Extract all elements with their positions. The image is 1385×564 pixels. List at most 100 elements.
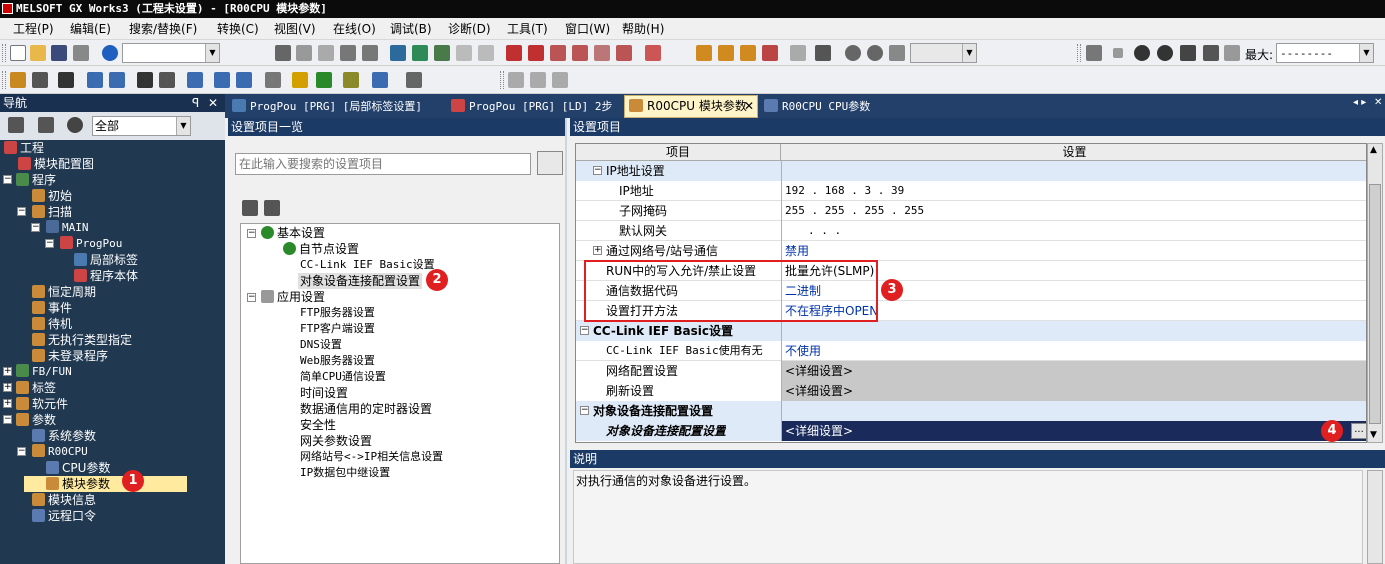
- verify-icon[interactable]: [550, 45, 566, 61]
- settings-item-web-server[interactable]: Web服务器设置: [300, 353, 375, 369]
- nav-item-standby[interactable]: 待机: [32, 316, 72, 332]
- collapse-toggle[interactable]: −: [247, 293, 256, 302]
- selected-cell[interactable]: [781, 421, 1366, 441]
- default-gateway-field[interactable]: . . .: [808, 221, 841, 241]
- settings-item-basic[interactable]: 基本设置: [261, 225, 325, 241]
- collapse-toggle[interactable]: −: [17, 447, 26, 456]
- ok-icon[interactable]: [1134, 45, 1150, 61]
- settings-item-cclink[interactable]: CC-Link IEF Basic设置: [300, 257, 435, 273]
- menu-help[interactable]: 帮助(H): [622, 21, 664, 37]
- zoom-out-icon[interactable]: [867, 45, 883, 61]
- dev-monitor-icon[interactable]: [214, 72, 230, 88]
- print-icon[interactable]: [73, 45, 89, 61]
- collapse-toggle[interactable]: −: [593, 166, 602, 175]
- menu-tools[interactable]: 工具(T): [507, 21, 548, 37]
- option-icon[interactable]: [265, 72, 281, 88]
- nav-item-fb-fun[interactable]: FB/FUN: [16, 364, 72, 380]
- collapse-toggle[interactable]: −: [247, 229, 256, 238]
- stop-icon[interactable]: [1113, 48, 1123, 58]
- toolbar-grip[interactable]: [1077, 44, 1081, 62]
- ok-all-icon[interactable]: [1157, 45, 1173, 61]
- settings-item-target-device[interactable]: 对象设备连接配置设置: [298, 273, 423, 289]
- description-scrollbar[interactable]: [1367, 470, 1383, 564]
- copy-icon[interactable]: [296, 45, 312, 61]
- sampling-icon[interactable]: [1203, 45, 1219, 61]
- subnet-mask-field[interactable]: 255 . 255 . 255 . 255: [785, 201, 924, 221]
- collapse-toggle[interactable]: −: [31, 223, 40, 232]
- nav-item-fixed-scan[interactable]: 恒定周期: [32, 284, 96, 300]
- menu-convert[interactable]: 转换(C): [217, 21, 259, 37]
- settings-item-time[interactable]: 时间设置: [300, 385, 348, 401]
- nav-item-remote-password[interactable]: 远程口令: [32, 508, 96, 524]
- nav-item-module-info[interactable]: 模块信息: [32, 492, 96, 508]
- convert-all-icon[interactable]: [412, 45, 428, 61]
- nav-item-parameter[interactable]: 参数: [16, 412, 56, 428]
- cclink-use-value[interactable]: 不使用: [785, 341, 821, 361]
- max-combo[interactable]: -------- ▼: [1276, 43, 1374, 63]
- close-icon[interactable]: ✕: [208, 94, 218, 112]
- settings-item-simple-cpu[interactable]: 简单CPU通信设置: [300, 369, 386, 385]
- settings-item-own-node[interactable]: 自节点设置: [283, 241, 359, 257]
- memory-icon[interactable]: [343, 72, 359, 88]
- sfc-icon[interactable]: [530, 72, 546, 88]
- grid-scrollbar[interactable]: ▲ ▼: [1367, 143, 1383, 443]
- dev-view-icon[interactable]: [372, 72, 388, 88]
- expand-all-icon[interactable]: [8, 117, 24, 133]
- arrange-icon[interactable]: [406, 72, 422, 88]
- parts-window-icon[interactable]: [32, 72, 48, 88]
- undo-icon[interactable]: [340, 45, 356, 61]
- collapse-toggle[interactable]: −: [580, 326, 589, 335]
- pin-icon[interactable]: ꟼ: [192, 94, 199, 112]
- scroll-up-icon[interactable]: ▲: [1370, 145, 1377, 155]
- toolbar-grip[interactable]: [2, 44, 6, 62]
- tab-cpu-param[interactable]: R00CPU CPU参数: [760, 96, 900, 116]
- nav-item-system-param[interactable]: 系统参数: [32, 428, 96, 444]
- nav-item-device[interactable]: 软元件: [16, 396, 68, 412]
- new-file-icon[interactable]: [10, 45, 26, 61]
- settings-item-network-ip[interactable]: 网络站号<->IP相关信息设置: [300, 449, 443, 465]
- collapse-toggle[interactable]: −: [3, 175, 12, 184]
- tab-local-label[interactable]: ProgPou [PRG] [局部标签设置]: [228, 96, 442, 116]
- menu-edit[interactable]: 编辑(E): [70, 21, 111, 37]
- cross-ref-icon[interactable]: [815, 45, 831, 61]
- tab-ladder[interactable]: ProgPou [PRG] [LD] 2步: [447, 96, 612, 116]
- zoom-combo[interactable]: ▼: [910, 43, 977, 63]
- read-plc-icon[interactable]: [528, 45, 544, 61]
- check-mark-icon[interactable]: [316, 72, 332, 88]
- window-icon[interactable]: [87, 72, 103, 88]
- find-icon[interactable]: [718, 45, 734, 61]
- open-folder-icon[interactable]: [30, 45, 46, 61]
- expand-all-icon[interactable]: [242, 200, 258, 216]
- settings-item-timer[interactable]: 数据通信用的定时器设置: [300, 401, 432, 417]
- collapse-toggle[interactable]: −: [3, 415, 12, 424]
- scroll-thumb[interactable]: [1369, 184, 1381, 424]
- settings-item-gateway[interactable]: 网关参数设置: [300, 433, 372, 449]
- toolbar-grip[interactable]: [2, 71, 6, 89]
- write-plc-icon[interactable]: [506, 45, 522, 61]
- nav-item-module-config[interactable]: 模块配置图: [18, 156, 94, 172]
- save-icon[interactable]: [51, 45, 67, 61]
- trace-icon[interactable]: [1224, 45, 1240, 61]
- column-header-setting[interactable]: 设置: [781, 144, 1366, 161]
- watch-icon[interactable]: [1086, 45, 1102, 61]
- tab-module-param[interactable]: R00CPU 模块参数 ✕: [624, 95, 758, 118]
- menu-search[interactable]: 搜索/替换(F): [129, 21, 197, 37]
- nav-item-local-label[interactable]: 局部标签: [74, 252, 138, 268]
- tab-close-all-icon[interactable]: ✕: [1374, 97, 1382, 108]
- detail-ellipsis-button[interactable]: ...: [1351, 423, 1366, 439]
- dev-icon[interactable]: [187, 72, 203, 88]
- monitor-stop-icon[interactable]: [594, 45, 610, 61]
- settings-search-input[interactable]: [235, 153, 531, 175]
- collapse-icon[interactable]: [38, 117, 54, 133]
- nav-item-program[interactable]: 程序: [16, 172, 56, 188]
- binoculars-icon[interactable]: [137, 72, 153, 88]
- settings-item-dns[interactable]: DNS设置: [300, 337, 342, 353]
- nav-item-no-exec-type[interactable]: 无执行类型指定: [32, 332, 132, 348]
- settings-item-security[interactable]: 安全性: [300, 417, 336, 433]
- device-batch-icon[interactable]: [159, 72, 175, 88]
- redo-icon[interactable]: [362, 45, 378, 61]
- menu-project[interactable]: 工程(P): [13, 21, 54, 37]
- module-icon[interactable]: [58, 72, 74, 88]
- settings-item-ftp-client[interactable]: FTP客户端设置: [300, 321, 375, 337]
- help-icon[interactable]: [102, 45, 118, 61]
